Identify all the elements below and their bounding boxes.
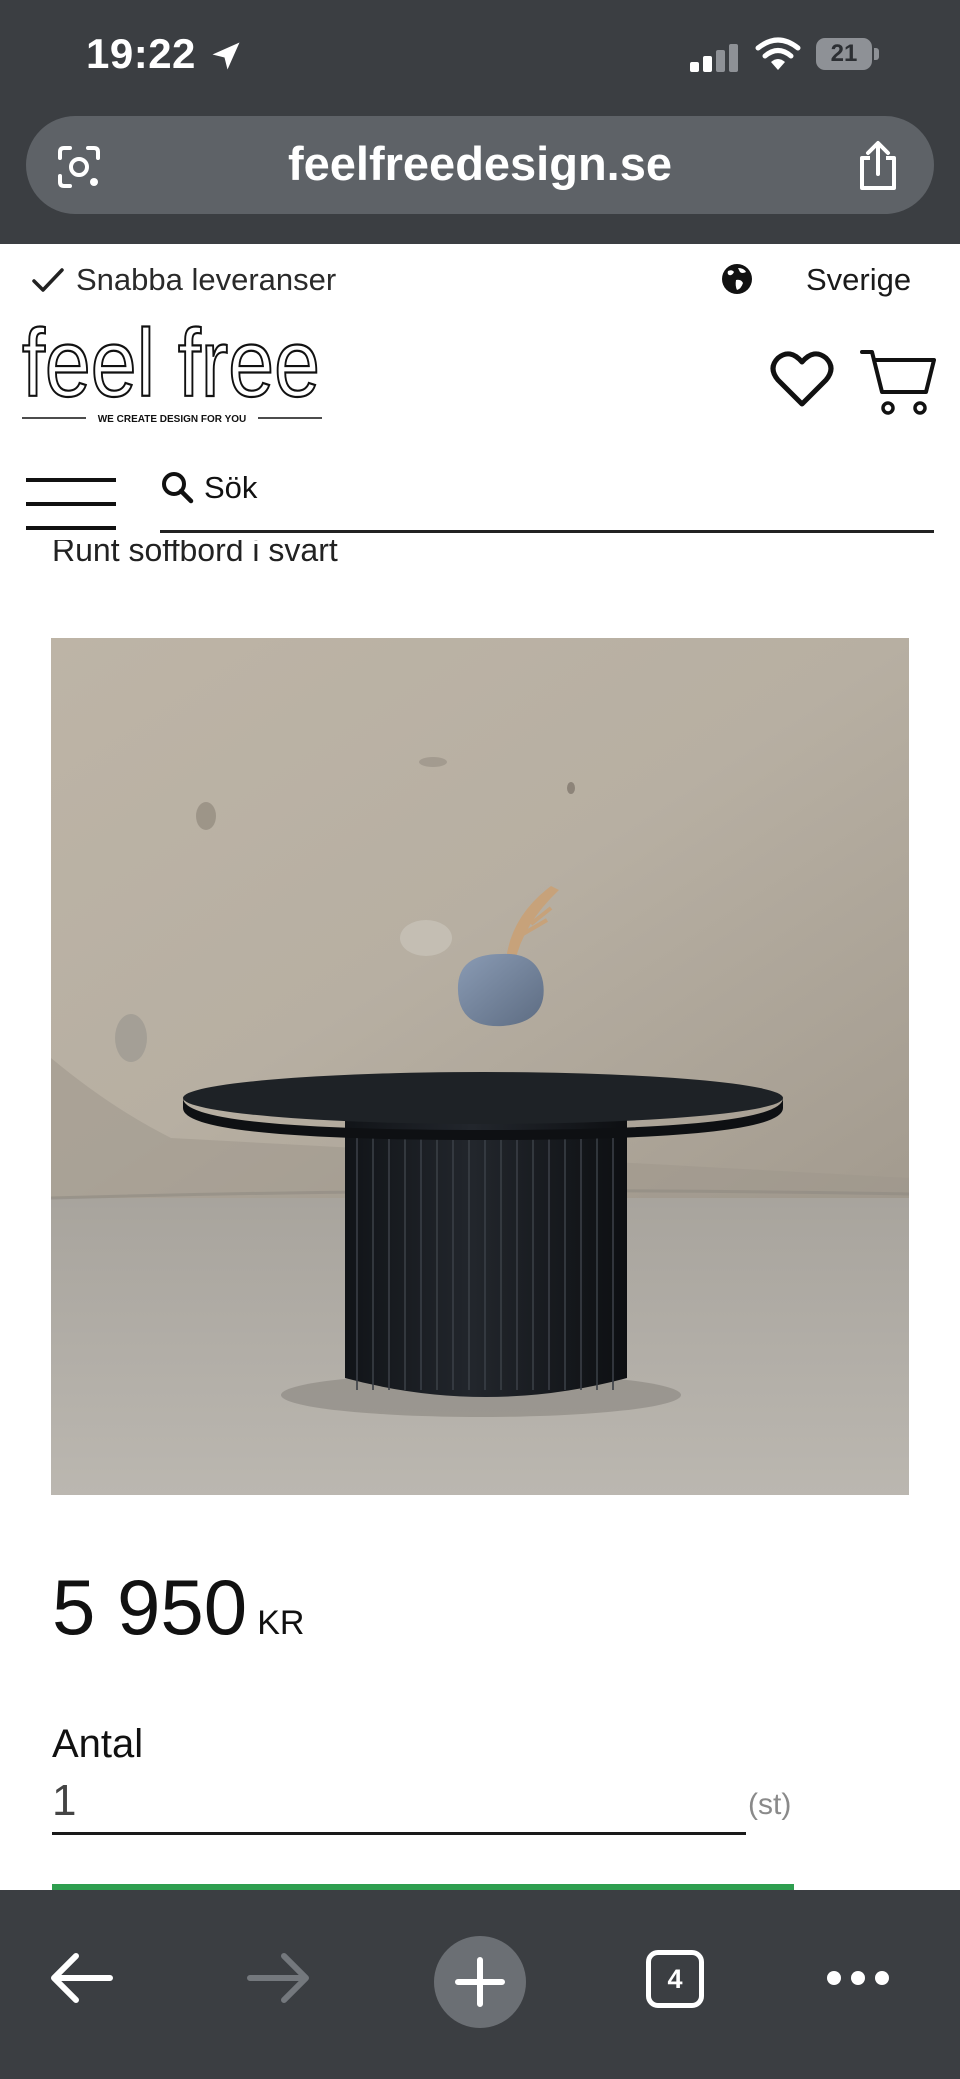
more-icon[interactable] (826, 1968, 890, 1988)
forward-arrow-icon[interactable] (246, 1950, 312, 2006)
logo-wordmark: feel free (22, 318, 320, 417)
product-title: Runt soffbord i svart (52, 540, 338, 568)
country-selector[interactable]: Sverige (806, 262, 911, 298)
site-logo[interactable]: feel free WE CREATE DESIGN FOR YOU (22, 318, 322, 428)
url-text[interactable]: feelfreedesign.se (26, 136, 934, 191)
product-image[interactable] (51, 638, 909, 1495)
plus-icon (455, 1957, 505, 2007)
search-placeholder[interactable]: Sök (204, 470, 257, 506)
globe-icon[interactable] (720, 262, 754, 296)
quantity-label: Antal (52, 1722, 144, 1766)
delivery-note-label: Snabba leveranser (76, 262, 337, 297)
price-value: 5 950 (52, 1563, 248, 1651)
quantity-unit: (st) (748, 1788, 792, 1821)
cart-icon[interactable] (860, 346, 936, 418)
hamburger-menu-icon[interactable] (26, 476, 116, 536)
location-arrow-icon (212, 42, 240, 70)
price-currency: KR (257, 1604, 305, 1642)
logo-tagline: WE CREATE DESIGN FOR YOU (98, 414, 247, 425)
browser-top-chrome: 19:22 21 feelfreedesign.se (0, 0, 960, 244)
address-bar[interactable]: feelfreedesign.se (26, 116, 934, 214)
search-icon (162, 472, 194, 504)
quantity-value[interactable]: 1 (52, 1776, 76, 1826)
search-field[interactable]: Sök (160, 462, 934, 533)
back-arrow-icon[interactable] (48, 1950, 114, 2006)
battery-icon: 21 (816, 38, 880, 72)
delivery-note: Snabba leveranser (30, 262, 336, 298)
status-time: 19:22 (86, 30, 196, 77)
heart-icon[interactable] (770, 350, 834, 410)
wifi-icon (755, 37, 801, 70)
new-tab-button[interactable] (434, 1936, 526, 2028)
tabs-icon[interactable]: 4 (646, 1950, 704, 2008)
browser-bottom-toolbar: 4 (0, 1890, 960, 2079)
product-price: 5 950 KR (52, 1562, 304, 1653)
battery-level: 21 (816, 38, 872, 70)
signal-icon (690, 44, 738, 72)
quantity-field[interactable]: 1 (52, 1776, 746, 1835)
checkmark-icon (32, 268, 64, 292)
share-icon[interactable] (856, 140, 900, 192)
